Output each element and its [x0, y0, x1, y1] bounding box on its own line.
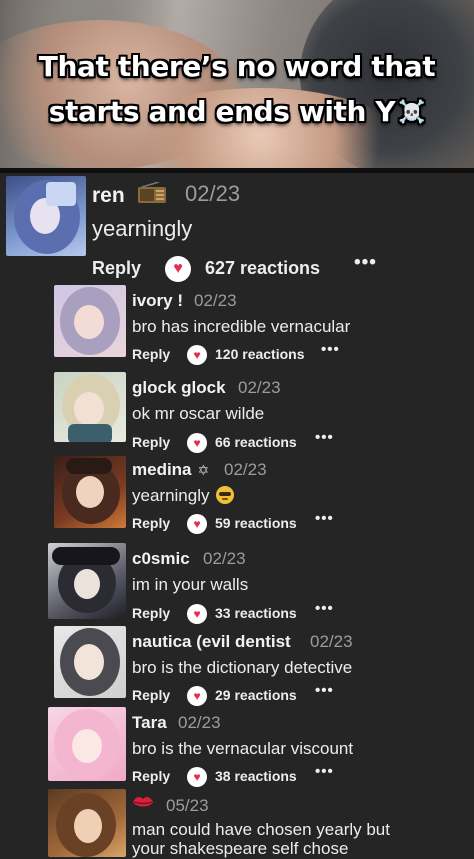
more-options-icon[interactable]: ••• — [321, 341, 340, 358]
reply-date: 05/23 — [166, 796, 209, 815]
reply-username[interactable] — [132, 794, 154, 815]
reply-button[interactable]: Reply — [92, 258, 141, 279]
more-options-icon[interactable]: ••• — [315, 510, 334, 527]
avatar[interactable] — [6, 176, 86, 256]
comment-username[interactable]: ren — [92, 181, 167, 210]
reply-comment: glock glock 02/23 ok mr oscar wilde Repl… — [0, 372, 474, 457]
radio-icon — [137, 181, 167, 210]
comment-text: yearningly — [92, 216, 193, 241]
reply-username[interactable]: medina ✡ — [132, 460, 209, 480]
video-caption-line-1: That there’s no word that — [38, 50, 436, 83]
heart-icon[interactable]: ♥ — [187, 686, 207, 706]
more-options-icon[interactable]: ••• — [315, 600, 334, 617]
reply-actions: Reply ♥ 66 reactions ••• — [132, 429, 352, 454]
reply-date: 02/23 — [238, 378, 281, 397]
reply-actions: Reply ♥ 29 reactions ••• — [132, 682, 352, 707]
reply-username[interactable]: Tara — [132, 713, 167, 733]
more-options-icon[interactable]: ••• — [315, 763, 334, 780]
avatar[interactable] — [48, 707, 126, 781]
heart-icon[interactable]: ♥ — [187, 433, 207, 453]
heart-icon[interactable]: ♥ — [187, 345, 207, 365]
reply-comment: ivory ! 02/23 bro has incredible vernacu… — [0, 285, 474, 370]
reply-username[interactable]: glock glock — [132, 378, 226, 398]
reply-date: 02/23 — [310, 632, 353, 651]
reply-text: im in your walls — [132, 575, 249, 594]
nerd-face-icon — [215, 486, 234, 504]
reply-button[interactable]: Reply — [132, 346, 170, 362]
reply-actions: Reply ♥ 59 reactions ••• — [132, 510, 352, 535]
heart-icon[interactable]: ♥ — [187, 767, 207, 787]
reply-text: bro is the dictionary detective — [132, 658, 353, 677]
reply-text: bro has incredible vernacular — [132, 317, 351, 336]
more-options-icon[interactable]: ••• — [315, 429, 334, 446]
reply-comment: medina ✡ 02/23 yearningly Reply ♥ 59 reac… — [0, 456, 474, 544]
reply-username[interactable]: nautica (evil dentist — [132, 632, 291, 652]
reaction-count[interactable]: 29 reactions — [215, 687, 297, 703]
reply-text: man could have chosen yearly but — [132, 820, 390, 839]
more-options-icon[interactable]: ••• — [315, 682, 334, 699]
reply-comment: 05/23 man could have chosen yearly but y… — [0, 789, 474, 858]
reply-username[interactable]: c0smic — [132, 549, 190, 569]
reply-comment: nautica (evil dentist 02/23 bro is the d… — [0, 626, 474, 711]
skull-icon: ☠️ — [398, 100, 426, 125]
video-frame: That there’s no word that starts and end… — [0, 0, 474, 172]
lips-icon — [132, 794, 154, 815]
more-options-icon[interactable]: ••• — [354, 252, 377, 274]
main-comment: ren 02/23 yearningly Reply ♥ 627 reactio… — [0, 176, 474, 286]
divider — [0, 168, 474, 173]
reply-actions: Reply ♥ 38 reactions ••• — [132, 763, 352, 788]
reply-date: 02/23 — [224, 460, 267, 479]
reaction-count[interactable]: 66 reactions — [215, 434, 297, 450]
avatar[interactable] — [48, 789, 126, 857]
heart-icon[interactable]: ♥ — [187, 604, 207, 624]
reply-actions: Reply ♥ 120 reactions ••• — [132, 341, 352, 366]
reaction-count[interactable]: 33 reactions — [215, 605, 297, 621]
reply-button[interactable]: Reply — [132, 687, 170, 703]
reaction-count[interactable]: 59 reactions — [215, 515, 297, 531]
reply-date: 02/23 — [203, 549, 246, 568]
avatar[interactable] — [54, 285, 126, 357]
avatar[interactable] — [54, 372, 126, 442]
avatar[interactable] — [54, 456, 126, 528]
reply-comment: c0smic 02/23 im in your walls Reply ♥ 33… — [0, 543, 474, 628]
reply-text: yearningly — [132, 486, 234, 506]
reply-text-line-2: your shakespeare self chose — [132, 839, 349, 858]
heart-icon[interactable]: ♥ — [165, 256, 191, 282]
reply-comment: Tara 02/23 bro is the vernacular viscoun… — [0, 707, 474, 792]
reply-button[interactable]: Reply — [132, 605, 170, 621]
reaction-count[interactable]: 120 reactions — [215, 346, 305, 362]
reply-text: ok mr oscar wilde — [132, 404, 265, 423]
heart-icon[interactable]: ♥ — [187, 514, 207, 534]
avatar[interactable] — [48, 543, 126, 619]
reply-username[interactable]: ivory ! — [132, 291, 183, 311]
video-caption-line-2: starts and ends with Y ☠️ — [48, 95, 426, 128]
reply-date: 02/23 — [178, 713, 221, 732]
reply-button[interactable]: Reply — [132, 434, 170, 450]
comment-actions: Reply ♥ 627 reactions ••• — [92, 252, 392, 282]
reply-date: 02/23 — [194, 291, 237, 310]
avatar[interactable] — [54, 626, 126, 698]
comment-date: 02/23 — [185, 181, 241, 206]
reply-actions: Reply ♥ 33 reactions ••• — [132, 600, 352, 625]
reaction-count[interactable]: 38 reactions — [215, 768, 297, 784]
star-of-david-icon: ✡ — [197, 462, 210, 478]
reply-button[interactable]: Reply — [132, 768, 170, 784]
reply-button[interactable]: Reply — [132, 515, 170, 531]
reaction-count[interactable]: 627 reactions — [205, 258, 320, 279]
reply-text: bro is the vernacular viscount — [132, 739, 354, 758]
